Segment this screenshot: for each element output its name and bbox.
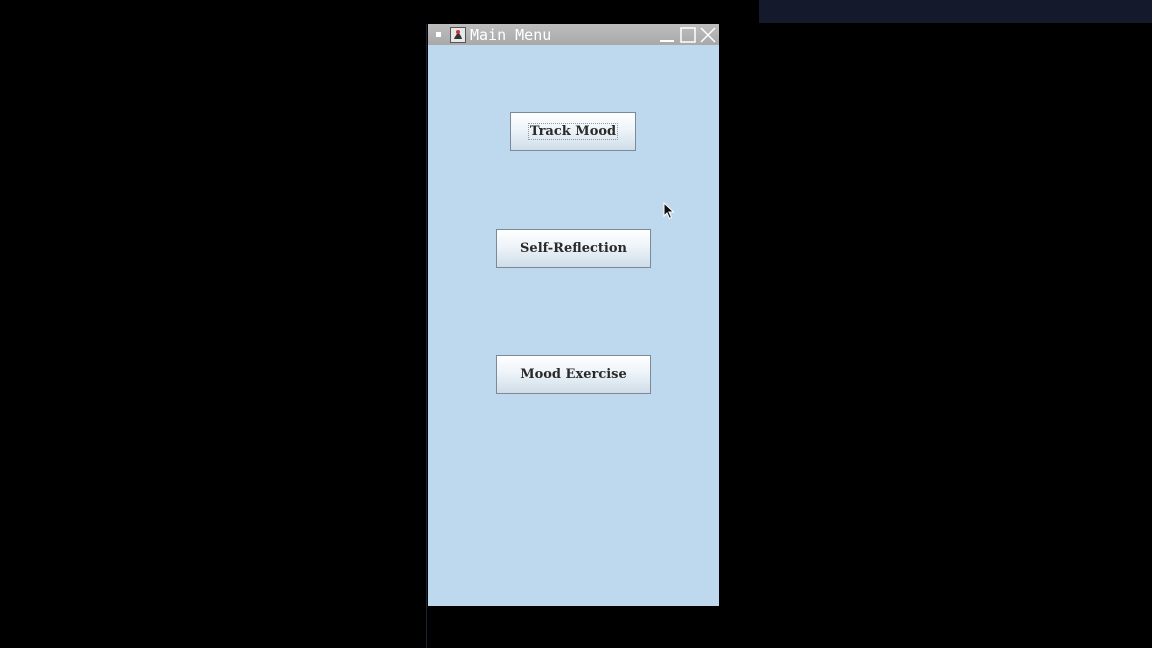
java-app-icon	[450, 27, 466, 43]
mood-exercise-button[interactable]: Mood Exercise	[496, 355, 651, 394]
track-mood-button[interactable]: Track Mood	[510, 112, 636, 151]
window-menu-icon[interactable]	[436, 32, 441, 37]
self-reflection-label: Self-Reflection	[520, 241, 627, 256]
close-icon[interactable]	[699, 26, 717, 44]
window-edge	[426, 24, 427, 648]
mouse-pointer-icon	[663, 202, 675, 220]
desktop: Main Menu Track Mood Self-Reflection Moo…	[0, 0, 1152, 648]
window-titlebar[interactable]: Main Menu	[428, 24, 719, 45]
top-panel	[759, 0, 1152, 23]
track-mood-label: Track Mood	[527, 123, 619, 140]
minimize-icon[interactable]	[658, 26, 676, 44]
self-reflection-button[interactable]: Self-Reflection	[496, 229, 651, 268]
main-menu-window: Main Menu Track Mood Self-Reflection Moo…	[428, 24, 719, 606]
window-title: Main Menu	[470, 26, 552, 44]
mood-exercise-label: Mood Exercise	[520, 367, 627, 382]
maximize-icon[interactable]	[679, 26, 697, 44]
